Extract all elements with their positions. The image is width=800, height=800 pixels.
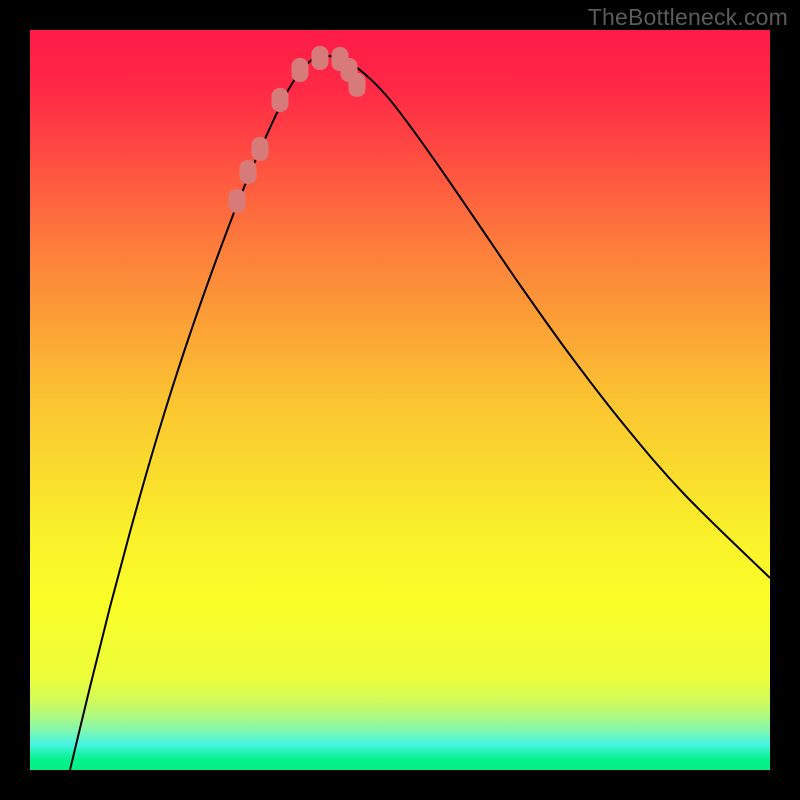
highlight-marker	[252, 137, 269, 161]
bottleneck-curve	[70, 56, 770, 770]
watermark-text: TheBottleneck.com	[588, 4, 788, 31]
highlight-marker	[240, 160, 257, 184]
highlight-marker	[292, 58, 309, 82]
highlight-marker	[312, 46, 329, 70]
highlight-markers	[229, 46, 366, 213]
highlight-marker	[272, 88, 289, 112]
plot-area	[30, 30, 770, 770]
highlight-marker	[229, 189, 246, 213]
highlight-marker	[349, 73, 366, 97]
chart-frame: TheBottleneck.com	[0, 0, 800, 800]
curve-layer	[30, 30, 770, 770]
